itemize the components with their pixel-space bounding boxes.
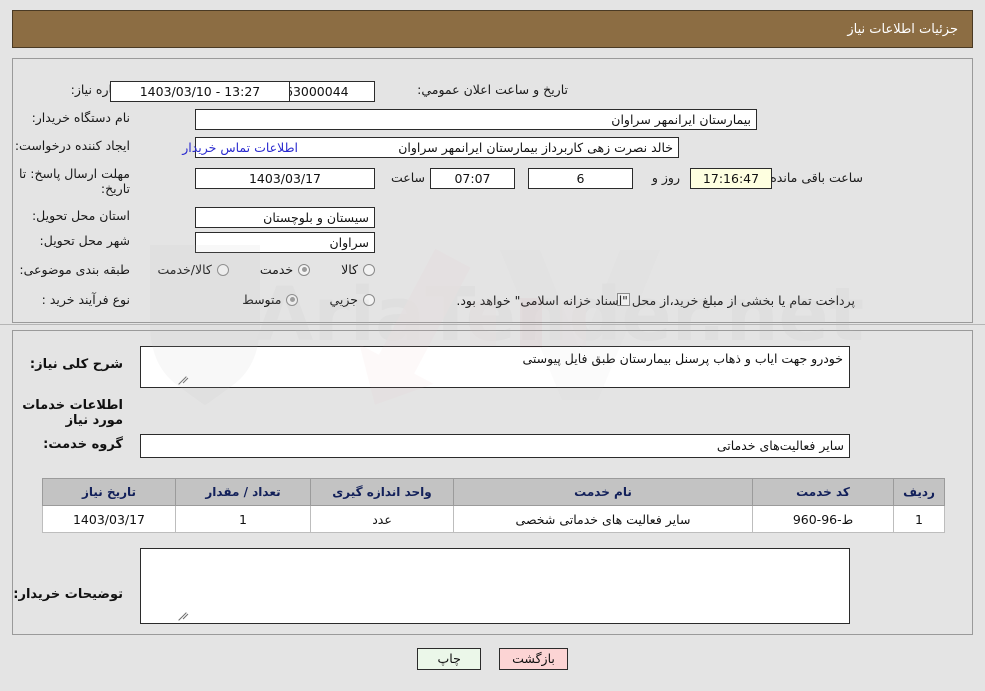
province-label-wrap: استان محل تحویل: — [32, 208, 130, 223]
category-radio-group: کالا خدمت کالا/خدمت — [157, 262, 375, 277]
process-radio-motevaset[interactable]: متوسط — [242, 292, 299, 307]
cell-service-code: ط-96-960 — [752, 505, 894, 533]
cell-quantity: 1 — [175, 505, 311, 533]
province-label: استان محل تحویل: — [31, 208, 130, 223]
buyer-notes-textarea[interactable] — [140, 548, 850, 624]
page-title: جزئیات اطلاعات نیاز — [847, 21, 958, 37]
process-option-label: جزیي — [329, 292, 358, 307]
requester-label-wrap: ایجاد کننده درخواست: — [15, 138, 130, 153]
service-group-label: گروه خدمت: — [43, 437, 123, 452]
city-label: شهر محل تحویل: — [39, 233, 130, 248]
process-label-wrap: نوع فرآیند خرید : — [42, 292, 130, 307]
announce-datetime-label-wrap: تاریخ و ساعت اعلان عمومي: — [417, 82, 568, 97]
services-table: ردیف کد خدمت نام خدمت واحد اندازه گیری ت… — [42, 478, 945, 533]
col-header-unit: واحد اندازه گیری — [310, 478, 454, 506]
col-header-quantity: تعداد / مقدار — [175, 478, 311, 506]
radio-icon[interactable] — [363, 293, 375, 306]
remaining-days-value: 6 — [528, 168, 633, 189]
category-label-wrap: طبقه بندی موضوعی: — [19, 262, 130, 277]
radio-selected-icon[interactable] — [298, 263, 311, 276]
deadline-label: مهلت ارسال پاسخ: تا تاریخ: — [19, 166, 130, 196]
category-option-label: کالا — [341, 262, 358, 277]
cell-service-name: سایر فعالیت های خدماتی شخصی — [453, 505, 753, 533]
cell-need-date: 1403/03/17 — [42, 505, 176, 533]
buyer-org-label-wrap: نام دستگاه خریدار: — [32, 110, 130, 125]
col-header-need-date: تاریخ نیاز — [42, 478, 176, 506]
table-row: 1 ط-96-960 سایر فعالیت های خدماتی شخصی ع… — [42, 505, 945, 533]
remaining-hours-label: ساعت باقی مانده — [770, 170, 863, 185]
action-button-bar: بازگشت چاپ — [0, 648, 985, 670]
process-label: نوع فرآیند خرید : — [41, 292, 130, 307]
service-group-value: سایر فعالیت‌های خدماتی — [140, 434, 850, 458]
city-value: سراوان — [195, 232, 375, 253]
radio-selected-icon[interactable] — [286, 293, 299, 306]
radio-icon[interactable] — [216, 263, 229, 276]
page-header: جزئیات اطلاعات نیاز — [12, 10, 973, 48]
treasury-docs-text: پرداخت تمام یا بخشی از مبلغ خرید،از محل … — [456, 293, 855, 308]
buyer-org-label: نام دستگاه خریدار: — [31, 110, 130, 125]
days-and-label: روز و — [651, 170, 680, 185]
table-header-row: ردیف کد خدمت نام خدمت واحد اندازه گیری ت… — [42, 478, 945, 506]
process-radio-group: جزیي متوسط — [242, 292, 375, 307]
general-desc-label: شرح کلی نیاز: — [29, 357, 123, 372]
category-option-label: کالا/خدمت — [157, 262, 212, 277]
print-button[interactable]: چاپ — [417, 648, 482, 670]
col-header-row-no: ردیف — [893, 478, 945, 506]
category-radio-kala-khedmat[interactable]: کالا/خدمت — [157, 262, 229, 277]
hour-label: ساعت — [390, 170, 425, 185]
buyer-contact-link[interactable]: اطلاعات تماس خریدار — [182, 140, 298, 155]
back-button[interactable]: بازگشت — [499, 648, 568, 670]
announce-datetime-label: تاریخ و ساعت اعلان عمومي: — [417, 82, 568, 97]
announce-datetime-value: 13:27 - 1403/03/10 — [110, 81, 290, 102]
panel-divider — [0, 324, 985, 325]
process-option-label: متوسط — [242, 292, 282, 307]
radio-icon[interactable] — [363, 263, 375, 276]
cell-unit: عدد — [310, 505, 454, 533]
general-desc-textarea[interactable]: خودرو جهت ایاب و ذهاب پرسنل بیمارستان طب… — [140, 346, 850, 388]
category-option-label: خدمت — [259, 262, 294, 277]
category-radio-khedmat[interactable]: خدمت — [259, 262, 311, 277]
process-radio-jozi[interactable]: جزیي — [329, 292, 375, 307]
services-section-heading: اطلاعات خدمات مورد نیاز — [22, 398, 123, 428]
city-label-wrap: شهر محل تحویل: — [40, 233, 130, 248]
category-label: طبقه بندی موضوعی: — [19, 262, 130, 277]
deadline-date-value: 1403/03/17 — [195, 168, 375, 189]
col-header-service-code: کد خدمت — [752, 478, 894, 506]
deadline-label-wrap: مهلت ارسال پاسخ: تا تاریخ: — [12, 166, 130, 196]
buyer-notes-label: توضیحات خریدار: — [13, 587, 123, 602]
page-root: AriaTender.net جزئیات اطلاعات نیاز شماره… — [0, 0, 985, 691]
requester-label: ایجاد کننده درخواست: — [14, 138, 130, 153]
category-radio-kala[interactable]: کالا — [341, 262, 375, 277]
province-value: سیستان و بلوچستان — [195, 207, 375, 228]
cell-row-no: 1 — [893, 505, 945, 533]
buyer-org-value: بیمارستان ایرانمهر سراوان — [195, 109, 757, 130]
deadline-time-value: 07:07 — [430, 168, 515, 189]
countdown-value: 17:16:47 — [690, 168, 772, 189]
col-header-service-name: نام خدمت — [453, 478, 753, 506]
